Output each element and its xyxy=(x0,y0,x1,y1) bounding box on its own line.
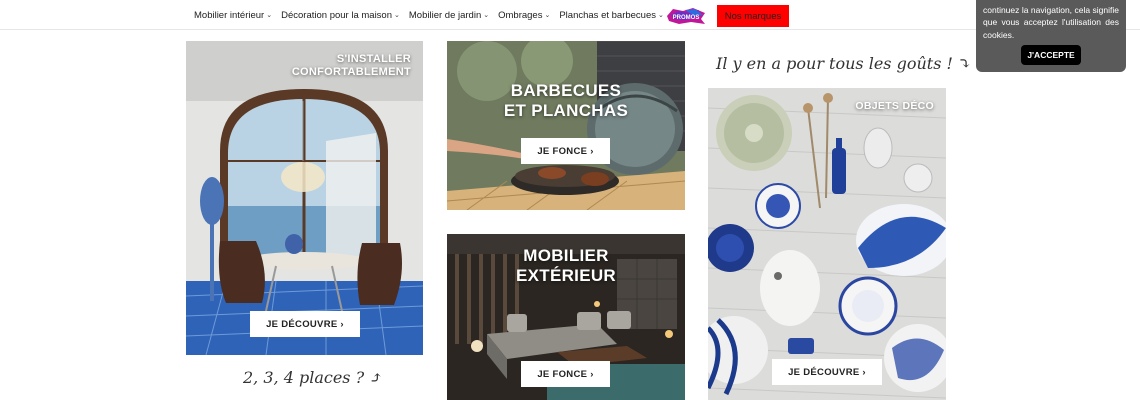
title-line: S'INSTALLER xyxy=(336,53,411,65)
cta-bbq-button[interactable]: JE FONCE › xyxy=(521,138,610,164)
tastes-caption: Il y en a pour tous les goûts ! ⤵ xyxy=(716,54,972,73)
deco-image xyxy=(708,88,946,400)
card-interior-title: S'INSTALLER CONFORTABLEMENT xyxy=(292,53,411,79)
chevron-down-icon: ⌄ xyxy=(483,12,490,19)
card-bbq-title: BARBECUES ET PLANCHAS xyxy=(447,81,685,122)
cta-outdoor-button[interactable]: JE FONCE › xyxy=(521,361,610,387)
page: Mobilier intérieur ⌄ Décoration pour la … xyxy=(0,0,1140,400)
nav-item-planchas[interactable]: Planchas et barbecues ⌄ xyxy=(559,10,664,21)
card-deco[interactable]: OBJETS DÉCO JE DÉCOUVRE › xyxy=(708,88,946,400)
nav-item-label: Décoration pour la maison xyxy=(281,9,393,21)
card-outdoor-title: MOBILIER EXTÉRIEUR xyxy=(447,246,685,287)
svg-text:PROMOS: PROMOS xyxy=(673,15,700,21)
card-interior[interactable]: S'INSTALLER CONFORTABLEMENT JE DÉCOUVRE … xyxy=(186,41,423,355)
card-bbq[interactable]: BARBECUES ET PLANCHAS JE FONCE › xyxy=(447,41,685,210)
title-line: BARBECUES xyxy=(510,81,622,100)
chevron-down-icon: ⌄ xyxy=(266,12,273,19)
nav-item-label: Ombrages xyxy=(498,9,543,21)
title-line: ET PLANCHAS xyxy=(503,101,629,121)
cookie-banner: continuez la navigation, cela signifie q… xyxy=(976,0,1126,72)
title-line: EXTÉRIEUR xyxy=(516,266,616,286)
chevron-down-icon: ⌄ xyxy=(394,12,400,19)
nav-item-label: Mobilier de jardin xyxy=(408,9,482,21)
promo-badge[interactable]: PROMOS xyxy=(665,7,707,25)
interior-image xyxy=(186,41,423,355)
nav-item-decoration[interactable]: Décoration pour la maison ⌄ xyxy=(281,10,400,21)
card-deco-title: OBJETS DÉCO xyxy=(855,100,934,112)
nav-item-label: Planchas et barbecues xyxy=(559,9,656,21)
bbq-image xyxy=(447,41,685,210)
cookie-accept-button[interactable]: J'ACCEPTE xyxy=(1021,45,1081,65)
cookie-text: continuez la navigation, cela signifie q… xyxy=(983,5,1119,40)
nav-item-label: Mobilier intérieur xyxy=(194,9,265,21)
card-outdoor[interactable]: MOBILIER EXTÉRIEUR JE FONCE › xyxy=(447,234,685,400)
title-line: CONFORTABLEMENT xyxy=(291,66,411,79)
nav-menu: Mobilier intérieur ⌄ Décoration pour la … xyxy=(194,0,664,30)
chevron-down-icon: ⌄ xyxy=(544,12,551,19)
chevron-down-icon: ⌄ xyxy=(658,12,664,19)
top-navigation: Mobilier intérieur ⌄ Décoration pour la … xyxy=(0,0,1140,30)
cta-interior-button[interactable]: JE DÉCOUVRE › xyxy=(250,311,360,337)
nav-item-mobilier-interieur[interactable]: Mobilier intérieur ⌄ xyxy=(194,10,272,21)
brands-button[interactable]: Nos marques xyxy=(717,5,789,27)
title-line: MOBILIER xyxy=(523,246,609,265)
cta-deco-button[interactable]: JE DÉCOUVRE › xyxy=(772,359,882,385)
nav-item-mobilier-jardin[interactable]: Mobilier de jardin ⌄ xyxy=(409,10,489,21)
nav-item-ombrages[interactable]: Ombrages ⌄ xyxy=(498,10,550,21)
places-caption: 2, 3, 4 places ? ⤴ xyxy=(243,368,383,387)
